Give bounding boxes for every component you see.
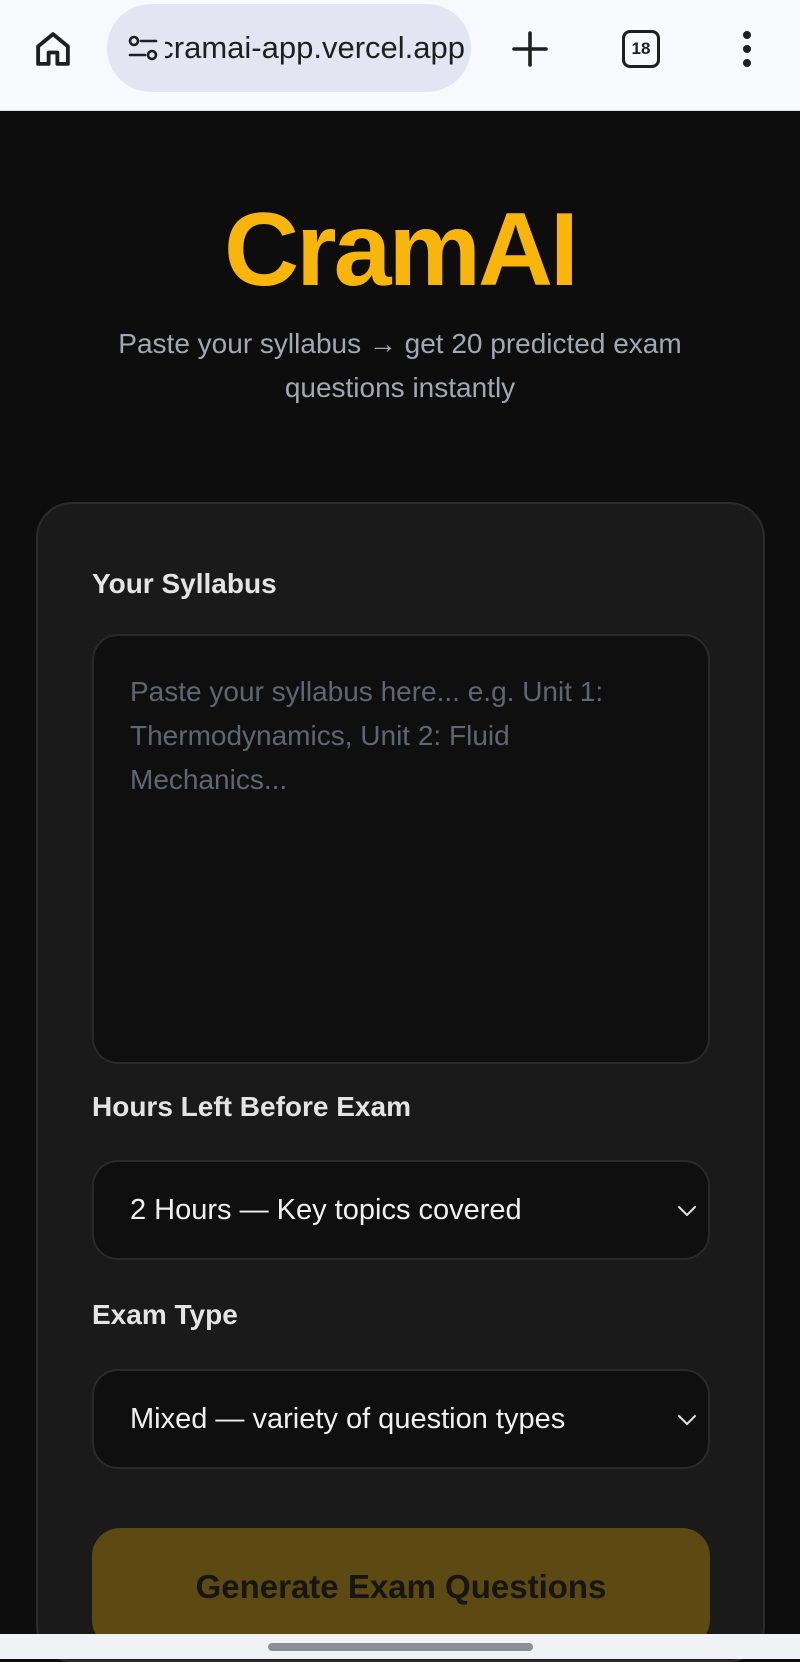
form-card: Your Syllabus Paste your syllabus here..… bbox=[36, 502, 765, 1662]
generate-button[interactable]: Generate Exam Questions bbox=[92, 1528, 710, 1648]
new-tab-button[interactable] bbox=[505, 24, 555, 74]
app-logo-title: CramAI bbox=[224, 192, 579, 308]
syllabus-label: Your Syllabus bbox=[92, 568, 277, 599]
tagline: Paste your syllabus → get 20 predicted e… bbox=[118, 328, 682, 403]
url-text: cramai-app.vercel.app bbox=[165, 30, 465, 65]
hours-label: Hours Left Before Exam bbox=[92, 1091, 411, 1122]
chevron-down-icon bbox=[678, 1206, 696, 1216]
tabs-icon: 18 bbox=[622, 30, 660, 68]
chevron-down-icon bbox=[678, 1415, 696, 1425]
exam-type-select[interactable]: Mixed — variety of question types bbox=[92, 1369, 710, 1469]
browser-toolbar: cramai-app.vercel.app 18 bbox=[0, 0, 800, 111]
tab-switcher-button[interactable]: 18 bbox=[616, 24, 666, 74]
syllabus-textarea[interactable]: Paste your syllabus here... e.g. Unit 1:… bbox=[92, 634, 710, 1064]
page-content: CramAI Paste your syllabus → get 20 pred… bbox=[0, 112, 800, 1662]
gesture-handle[interactable] bbox=[268, 1643, 533, 1651]
browser-menu-button[interactable] bbox=[722, 24, 772, 74]
hours-select[interactable]: 2 Hours — Key topics covered bbox=[92, 1160, 710, 1260]
hours-select-value: 2 Hours — Key topics covered bbox=[130, 1193, 522, 1226]
home-icon bbox=[36, 32, 70, 66]
plus-icon bbox=[512, 31, 548, 67]
home-button[interactable] bbox=[28, 24, 78, 74]
more-vert-icon bbox=[743, 31, 751, 67]
site-settings-icon[interactable] bbox=[123, 28, 163, 68]
system-nav-bar bbox=[0, 1634, 800, 1659]
exam-type-label: Exam Type bbox=[92, 1299, 238, 1330]
exam-type-select-value: Mixed — variety of question types bbox=[130, 1402, 566, 1435]
address-bar[interactable]: cramai-app.vercel.app bbox=[107, 4, 471, 92]
